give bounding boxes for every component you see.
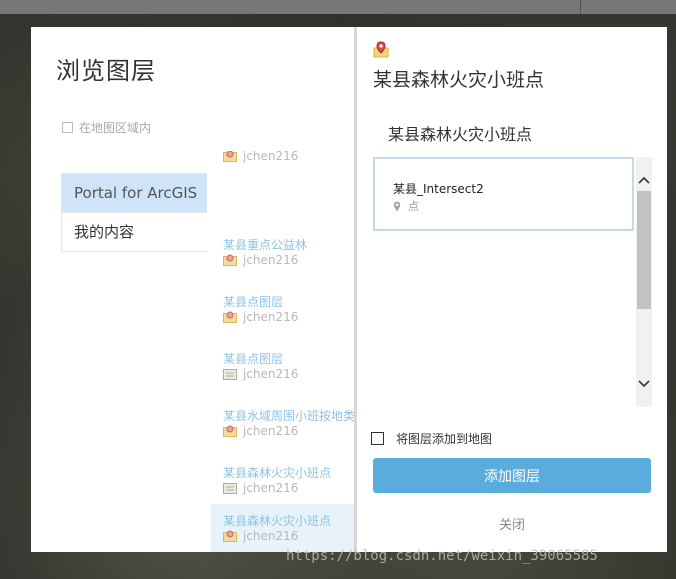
layer-card-icon [223,483,237,494]
chevron-up-icon [638,176,650,184]
list-item[interactable]: 某县水域周围小班按地类 jchen216 [211,399,354,456]
browse-layers-dialog: 浏览图层 在地图区域内 Portal for ArcGIS 我的内容 jchen… [31,27,667,552]
layer-subtitle: 某县森林火灾小班点 [388,125,533,144]
toolbar-divider [580,0,581,14]
result-owner: jchen216 [243,529,299,543]
add-to-map-checkbox[interactable] [371,432,384,445]
list-item[interactable]: jchen216 [211,151,354,181]
list-item[interactable]: 某县森林火灾小班点 jchen216 [211,504,354,552]
result-title: 某县点图层 [223,295,284,309]
result-owner: jchen216 [243,424,299,438]
add-to-map-option[interactable]: 将图层添加到地图 [371,430,492,447]
result-owner: jchen216 [243,151,299,163]
list-item[interactable]: 某县点图层 jchen216 [211,342,354,399]
result-owner: jchen216 [243,481,299,495]
chevron-down-icon [638,380,650,388]
map-icon [223,530,237,542]
sublayer-card[interactable]: 某县_Intersect2 点 [373,157,634,231]
add-to-map-label: 将图层添加到地图 [396,432,493,446]
result-owner: jchen216 [243,253,299,267]
layer-results-list[interactable]: jchen216 某县重点公益林 jchen216 某县点图层 jchen216… [211,151,354,552]
scroll-down-button[interactable] [636,377,652,391]
map-icon [223,254,237,266]
map-icon [223,151,237,162]
in-extent-label: 在地图区域内 [79,121,152,135]
layer-browser-panel: 浏览图层 在地图区域内 Portal for ArcGIS 我的内容 jchen… [31,27,354,552]
result-owner: jchen216 [243,310,299,324]
map-icon [223,425,237,437]
layer-card-icon [223,369,237,380]
result-owner: jchen216 [243,367,299,381]
result-title: 某县点图层 [223,352,284,366]
sublayer-scrollbar[interactable] [636,157,652,407]
pin-icon [393,201,401,211]
source-list: Portal for ArcGIS 我的内容 [61,173,207,252]
source-item-portal[interactable]: Portal for ArcGIS [62,174,207,212]
close-button[interactable]: 关闭 [373,512,651,534]
map-icon [223,311,237,323]
page-title: 浏览图层 [56,57,156,85]
map-icon [373,41,389,58]
in-extent-filter[interactable]: 在地图区域内 [62,119,151,136]
layer-details-panel: 某县森林火灾小班点 某县森林火灾小班点 某县_Intersect2 点 将图层添… [357,27,667,552]
watermark: https://blog.csdn.net/weixin_39065585 [286,548,598,564]
result-title: 某县重点公益林 [223,238,308,252]
layer-title: 某县森林火灾小班点 [373,69,545,91]
scroll-up-button[interactable] [636,173,652,187]
result-title: 某县森林火灾小班点 [223,466,332,480]
top-toolbar [0,0,676,14]
sublayer-name: 某县_Intersect2 [393,182,484,196]
sublayer-type: 点 [408,200,419,213]
result-title: 某县水域周围小班按地类 [223,409,354,423]
source-item-my-content[interactable]: 我的内容 [62,212,207,251]
in-extent-checkbox[interactable] [62,122,73,133]
result-title: 某县森林火灾小班点 [223,514,332,528]
scroll-thumb[interactable] [637,191,651,309]
list-item[interactable]: 某县点图层 jchen216 [211,285,354,342]
add-layer-button[interactable]: 添加图层 [373,458,651,493]
list-item[interactable]: 某县重点公益林 jchen216 [211,228,354,285]
